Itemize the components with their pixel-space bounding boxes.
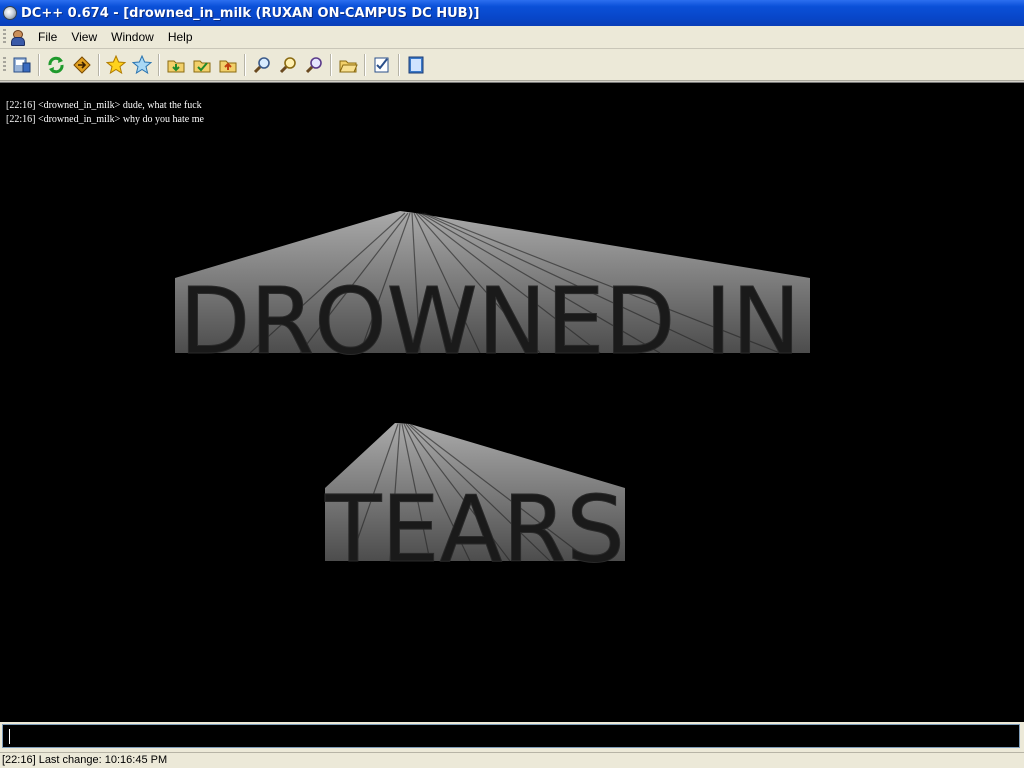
search-icon [253,56,270,73]
toolbar-separator [330,53,332,76]
status-text: [22:16] Last change: 10:16:45 PM [2,754,168,766]
download-queue-icon [167,60,185,72]
mdi-child-icon[interactable] [9,29,25,46]
adl-search-button[interactable] [276,53,300,77]
toolbar-grip[interactable] [3,56,6,73]
text-caret [9,729,10,744]
finished-uploads-icon [219,60,237,72]
toolbar-separator [364,53,366,76]
art-title-line1: DROWNED IN [179,268,800,375]
search-spy-button[interactable] [302,53,326,77]
chat-message: [22:16] <drowned_in_milk> dude, what the… [6,100,202,111]
chat-window[interactable]: DROWNED IN TEARS [22:16] <drowned_in_mil… [0,82,1024,722]
finished-downloads-icon [193,60,211,72]
toolbar-separator [244,53,246,76]
follow-redirect-icon [73,55,91,74]
toolbar [0,49,1024,81]
settings-icon [374,57,389,72]
adl-search-icon [279,56,296,73]
menu-bar: File View Window Help [0,26,1024,49]
toolbar-separator [98,53,100,76]
title-bar: DC++ 0.674 - [drowned_in_milk (RUXAN ON-… [0,0,1024,26]
ascii-art-image: DROWNED IN TEARS [175,211,810,584]
toolbar-separator [398,53,400,76]
art-title-line2: TEARS [324,476,625,583]
favorite-users-button[interactable] [130,53,154,77]
settings-button[interactable] [370,53,394,77]
open-file-list-button[interactable] [336,53,360,77]
chat-messages: [22:16] <drowned_in_milk> dude, what the… [6,99,204,127]
reconnect-icon [48,56,64,73]
status-bar: [22:16] Last change: 10:16:45 PM [0,752,1024,768]
open-file-list-icon [339,60,358,72]
message-input[interactable] [2,724,1020,748]
menu-window[interactable]: Window [104,27,161,47]
notepad-icon [408,56,424,73]
finished-uploads-button[interactable] [216,53,240,77]
connect-hub-button[interactable] [10,53,34,77]
chat-message: [22:16] <drowned_in_milk> why do you hat… [6,114,204,125]
favorite-users-icon [132,54,152,74]
finished-downloads-button[interactable] [190,53,214,77]
toolbar-separator [38,53,40,76]
search-button[interactable] [250,53,274,77]
message-input-area [0,722,1024,752]
toolbar-separator [158,53,160,76]
favorite-hubs-button[interactable] [104,53,128,77]
reconnect-button[interactable] [44,53,68,77]
search-spy-icon [305,56,322,73]
favorite-hubs-icon [106,54,126,74]
window-title: DC++ 0.674 - [drowned_in_milk (RUXAN ON-… [21,5,480,21]
menu-file[interactable]: File [31,27,64,47]
menu-help[interactable]: Help [161,27,200,47]
menu-grip[interactable] [3,29,6,45]
notepad-button[interactable] [404,53,428,77]
download-queue-button[interactable] [164,53,188,77]
follow-redirect-button[interactable] [70,53,94,77]
connect-hub-icon [13,57,31,72]
menu-view[interactable]: View [64,27,104,47]
dcpp-app-icon[interactable] [3,6,17,20]
